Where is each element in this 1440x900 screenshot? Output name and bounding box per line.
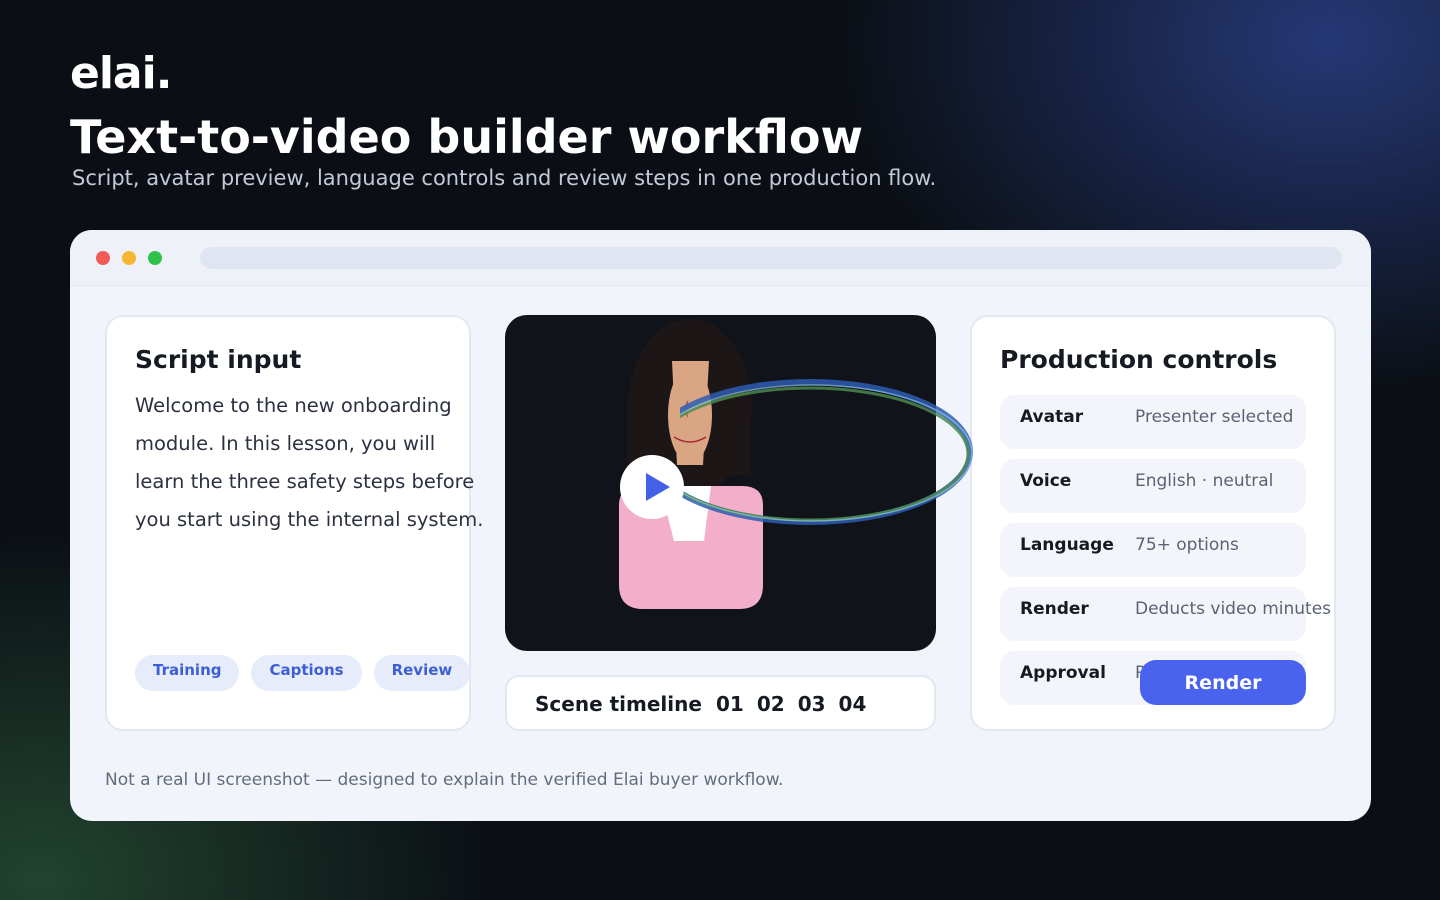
production-controls-title: Production controls <box>1000 345 1278 374</box>
orbit-ring-graphic <box>680 379 973 525</box>
script-line: you start using the internal system. <box>135 508 484 531</box>
scene-timeline-label: Scene timeline <box>535 692 702 716</box>
script-textarea[interactable]: Welcome to the new onboarding module. In… <box>135 387 495 539</box>
control-row-language[interactable]: Language 75+ options <box>1000 523 1306 577</box>
page-title: Text-to-video builder workflow <box>70 110 864 164</box>
script-input-card: Script input Welcome to the new onboardi… <box>105 315 483 731</box>
elai-logo: elai. <box>70 48 172 99</box>
scene-step-01[interactable]: 01 <box>716 692 744 716</box>
control-value: Presenter selected <box>1135 407 1294 427</box>
control-row-render[interactable]: Render Deducts video minutes <box>1000 587 1331 641</box>
control-label: Render <box>1020 599 1089 619</box>
control-row-voice[interactable]: Voice English · neutral <box>1000 459 1306 513</box>
control-value: English · neutral <box>1135 471 1274 491</box>
scene-step-04[interactable]: 04 <box>839 692 867 716</box>
control-label: Approval <box>1020 663 1106 683</box>
control-label: Language <box>1020 535 1114 555</box>
address-bar[interactable] <box>200 247 1342 269</box>
control-value: 75+ options <box>1135 535 1239 555</box>
tag-captions[interactable]: Captions <box>251 655 362 691</box>
scene-timeline: Scene timeline 01 02 03 04 <box>505 675 936 731</box>
close-window-dot[interactable] <box>96 251 110 265</box>
scene-step-03[interactable]: 03 <box>798 692 826 716</box>
script-tags: Training Captions Review <box>135 655 471 691</box>
script-input-title: Script input <box>135 345 302 374</box>
page-subtitle: Script, avatar preview, language control… <box>72 166 937 190</box>
play-button[interactable] <box>620 455 684 519</box>
control-row-avatar[interactable]: Avatar Presenter selected <box>1000 395 1306 449</box>
window-titlebar <box>70 230 1371 286</box>
maximize-window-dot[interactable] <box>148 251 162 265</box>
tag-training[interactable]: Training <box>135 655 240 691</box>
scene-steps: 01 02 03 04 <box>716 692 866 716</box>
control-label: Voice <box>1020 471 1072 491</box>
footnote: Not a real UI screenshot — designed to e… <box>105 770 784 790</box>
tag-review[interactable]: Review <box>373 655 471 691</box>
control-value: Deducts video minutes <box>1135 599 1332 619</box>
control-label: Avatar <box>1020 407 1084 427</box>
scene-step-02[interactable]: 02 <box>757 692 785 716</box>
minimize-window-dot[interactable] <box>122 251 136 265</box>
script-line: module. In this lesson, you will <box>135 432 436 455</box>
script-line: Welcome to the new onboarding <box>135 394 452 417</box>
script-line: learn the three safety steps before <box>135 470 475 493</box>
render-button[interactable]: Render <box>1140 660 1306 705</box>
